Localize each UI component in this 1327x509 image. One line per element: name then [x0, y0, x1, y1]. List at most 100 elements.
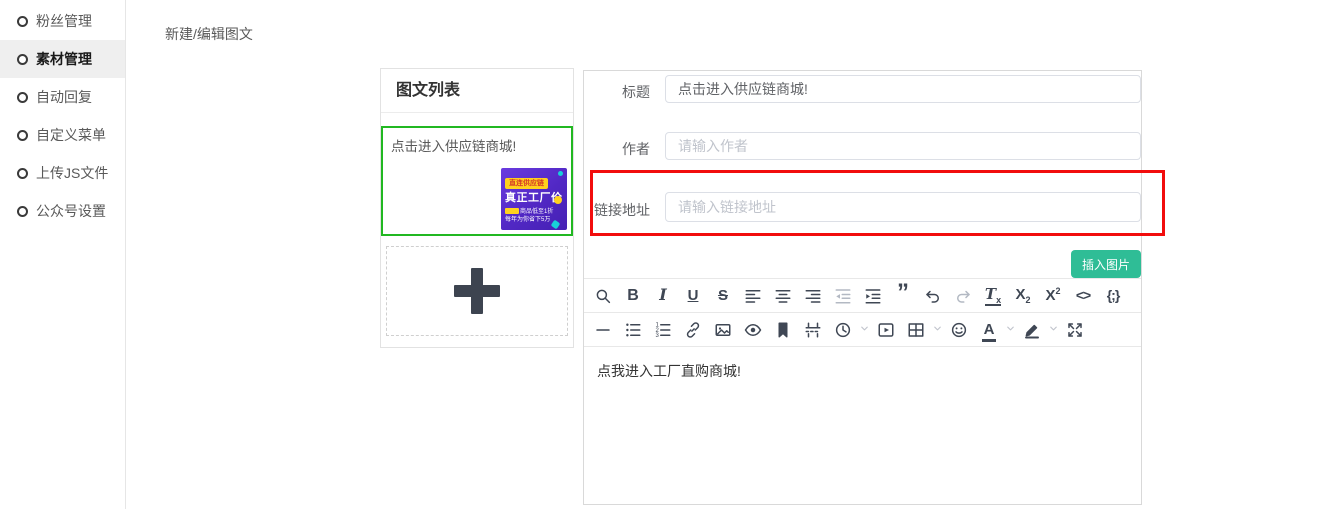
blockquote-icon: ”	[897, 287, 909, 305]
chevron-down-icon	[859, 321, 870, 339]
sidebar-item-material[interactable]: 素材管理	[0, 40, 125, 78]
radio-circle-icon	[17, 16, 28, 27]
toolbar-fullscreen-button[interactable]	[1060, 313, 1090, 347]
radio-circle-icon	[17, 206, 28, 217]
toolbar-emoji-button[interactable]	[944, 313, 974, 347]
toolbar-italic-button[interactable]: I	[648, 279, 678, 313]
preview-icon	[744, 321, 762, 339]
title-field-label: 标题	[584, 82, 650, 102]
toolbar-inline-code-button[interactable]: <>	[1068, 279, 1098, 313]
sidebar-item-account-settings[interactable]: 公众号设置	[0, 192, 125, 230]
sidebar-item-auto-reply[interactable]: 自动回复	[0, 78, 125, 116]
italic-icon: I	[659, 287, 666, 305]
editor-toolbar: B I US ” Tx X2 X2 <> {;} 123 A	[584, 278, 1141, 347]
sidebar-item-fans[interactable]: 粉丝管理	[0, 2, 125, 40]
search-icon	[594, 287, 612, 305]
toolbar-indent-button[interactable]	[858, 279, 888, 313]
toolbar-undo-button[interactable]	[918, 279, 948, 313]
insert-time-icon	[834, 321, 852, 339]
font-color-dropdown-button[interactable]	[1004, 313, 1017, 347]
toolbar-code-block-button[interactable]: {;}	[1098, 279, 1128, 313]
subscript-icon: X2	[1015, 286, 1030, 305]
toolbar-table-button[interactable]	[901, 313, 931, 347]
toolbar-font-color-button[interactable]: A	[974, 313, 1004, 347]
insert-image-button[interactable]: 插入图片	[1071, 250, 1141, 278]
align-right-icon	[804, 287, 822, 305]
link-field-label: 链接地址	[584, 200, 650, 220]
toolbar-bulleted-list-button[interactable]	[618, 313, 648, 347]
toolbar-bold-button[interactable]: B	[618, 279, 648, 313]
editor-toolbar-row1: B I US ” Tx X2 X2 <> {;}	[584, 279, 1141, 313]
toolbar-align-center-button[interactable]	[768, 279, 798, 313]
article-card-title: 点击进入供应链商城!	[391, 135, 563, 155]
article-card-selected[interactable]: 点击进入供应链商城! 直连供应链 真正工厂价 商品低至1折 每年为你省下5万	[381, 126, 573, 236]
app-window: 粉丝管理素材管理自动回复自定义菜单上传JS文件公众号设置 新建/编辑图文 图文列…	[0, 0, 1327, 509]
page-title: 新建/编辑图文	[165, 24, 253, 44]
numbered-list-icon: 123	[654, 321, 672, 339]
emoji-icon	[950, 321, 968, 339]
svg-text:3: 3	[656, 333, 660, 339]
toolbar-align-left-button[interactable]	[738, 279, 768, 313]
author-field-label: 作者	[584, 139, 650, 159]
author-input[interactable]	[665, 132, 1141, 160]
title-input[interactable]	[665, 75, 1141, 103]
chevron-down-icon	[1005, 321, 1016, 339]
toolbar-blockquote-button[interactable]: ”	[888, 279, 918, 313]
indent-icon	[864, 287, 882, 305]
toolbar-image-button[interactable]	[708, 313, 738, 347]
toolbar-horizontal-rule-button[interactable]	[588, 313, 618, 347]
align-left-icon	[744, 287, 762, 305]
sidebar-item-label: 上传JS文件	[36, 163, 108, 183]
toolbar-redo-button	[948, 279, 978, 313]
table-icon	[907, 321, 925, 339]
code-block-icon: {;}	[1107, 287, 1120, 305]
sidebar-item-upload-js[interactable]: 上传JS文件	[0, 154, 125, 192]
add-article-button[interactable]	[386, 246, 568, 336]
inline-code-icon: <>	[1076, 287, 1090, 305]
thumb-decor-dot-yellow	[554, 196, 562, 204]
article-edit-form: 标题作者链接地址 插入图片 B I US ” Tx X2 X2 <> {;} 123 A 点我进入…	[583, 70, 1142, 505]
chevron-down-icon	[932, 321, 943, 339]
bold-icon: B	[627, 287, 639, 305]
link-input[interactable]	[665, 192, 1141, 222]
outdent-icon	[834, 287, 852, 305]
insert-time-dropdown-button[interactable]	[858, 313, 871, 347]
toolbar-clear-format-button[interactable]: Tx	[978, 279, 1008, 313]
toolbar-preview-button[interactable]	[738, 313, 768, 347]
editor-toolbar-row2: 123 A	[584, 313, 1141, 347]
toolbar-underline-button[interactable]: U	[678, 279, 708, 313]
sidebar-item-custom-menu[interactable]: 自定义菜单	[0, 116, 125, 154]
toolbar-video-button[interactable]	[871, 313, 901, 347]
radio-circle-icon	[17, 92, 28, 103]
underline-icon: U	[688, 287, 699, 305]
toolbar-superscript-button[interactable]: X2	[1038, 279, 1068, 313]
toolbar-numbered-list-button[interactable]: 123	[648, 313, 678, 347]
clear-format-icon: Tx	[985, 286, 1001, 305]
bookmark-icon	[774, 321, 792, 339]
page-break-icon	[804, 321, 822, 339]
fullscreen-icon	[1066, 321, 1084, 339]
redo-icon	[954, 287, 972, 305]
undo-icon	[924, 287, 942, 305]
image-icon	[714, 321, 732, 339]
radio-circle-icon	[17, 130, 28, 141]
toolbar-highlight-button[interactable]	[1017, 313, 1047, 347]
article-list-title: 图文列表	[381, 69, 573, 113]
article-list-panel: 图文列表 点击进入供应链商城! 直连供应链 真正工厂价 商品低至1折 每年为你省…	[380, 68, 574, 348]
article-thumbnail-image: 直连供应链 真正工厂价 商品低至1折 每年为你省下5万	[501, 168, 567, 230]
highlight-dropdown-button[interactable]	[1047, 313, 1060, 347]
link-icon	[684, 321, 702, 339]
toolbar-align-right-button[interactable]	[798, 279, 828, 313]
toolbar-link-button[interactable]	[678, 313, 708, 347]
toolbar-subscript-button[interactable]: X2	[1008, 279, 1038, 313]
toolbar-search-button[interactable]	[588, 279, 618, 313]
toolbar-page-break-button[interactable]	[798, 313, 828, 347]
sidebar-item-label: 自动回复	[36, 87, 92, 107]
editor-content-area[interactable]: 点我进入工厂直购商城!	[584, 348, 1141, 506]
sidebar-item-label: 公众号设置	[36, 201, 106, 221]
toolbar-insert-time-button[interactable]	[828, 313, 858, 347]
toolbar-bookmark-button[interactable]	[768, 313, 798, 347]
table-dropdown-button[interactable]	[931, 313, 944, 347]
toolbar-strikethrough-button[interactable]: S	[708, 279, 738, 313]
chevron-down-icon	[1048, 321, 1059, 339]
